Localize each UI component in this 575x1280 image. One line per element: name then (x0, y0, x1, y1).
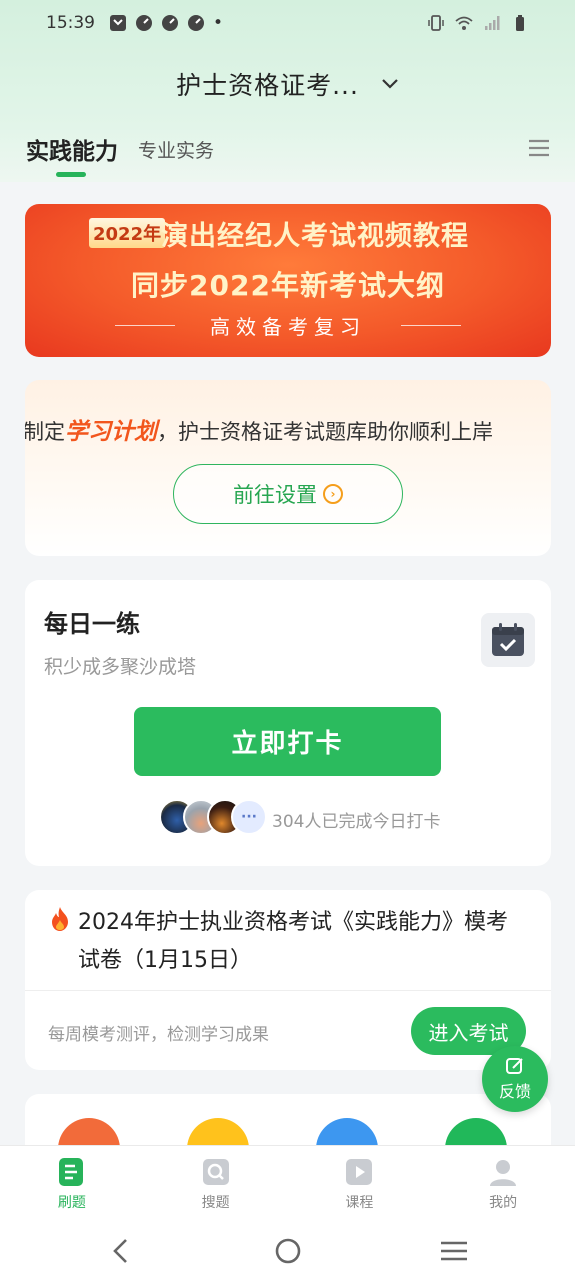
promo-banner[interactable]: 2022年 演出经纪人考试视频教程 同步2022年新考试大纲 高效备考复习 (25, 204, 551, 357)
nav-search-question[interactable]: 搜题 (144, 1146, 288, 1220)
signal-icon (485, 16, 500, 30)
status-time: 15:39 (46, 13, 95, 33)
more-participants-icon: ··· (231, 799, 267, 835)
study-plan-text: 制定学习计划，护士资格证考试题库助你顺利上岸 (25, 412, 493, 446)
page-title: 护士资格证考... (176, 71, 359, 100)
subject-selector[interactable]: 护士资格证考... (0, 60, 575, 108)
banner-divider (401, 325, 461, 326)
go-settings-label: 前往设置 (233, 483, 317, 507)
mock-exam-title: 2024年护士执业资格考试《实践能力》模考试卷（1月15日） (78, 910, 508, 973)
recent-apps-icon[interactable] (439, 1236, 469, 1266)
nav-label: 搜题 (201, 1195, 230, 1211)
nav-label: 刷题 (57, 1195, 86, 1211)
wifi-icon (455, 16, 473, 30)
edit-icon (506, 1058, 523, 1074)
tab-practice-ability[interactable]: 实践能力 (26, 132, 118, 166)
calendar-check-icon[interactable] (481, 613, 535, 667)
study-plan-card: 制定学习计划，护士资格证考试题库助你顺利上岸 前往设置 › (25, 380, 551, 556)
arrow-right-icon: › (323, 484, 343, 504)
nav-label: 课程 (345, 1195, 374, 1211)
banner-subheadline: 同步2022年新考试大纲 (131, 269, 445, 302)
divider (25, 990, 551, 991)
banner-year-badge: 2022年 (89, 218, 166, 248)
plan-text-highlight: 学习计划 (65, 419, 157, 445)
search-question-icon (202, 1159, 229, 1185)
daily-practice-card: 每日一练 积少成多聚沙成塔 立即打卡 ··· 304人已完成今日打卡 (25, 580, 551, 866)
back-icon[interactable] (106, 1236, 136, 1266)
nav-courses[interactable]: 课程 (288, 1146, 432, 1220)
vibrate-icon (428, 15, 444, 31)
banner-headline: 演出经纪人考试视频教程 (161, 221, 469, 252)
nav-profile[interactable]: 我的 (431, 1146, 575, 1220)
system-navigation (0, 1220, 575, 1280)
status-dot: • (213, 13, 224, 33)
notification-icon (162, 15, 178, 31)
fire-icon (52, 907, 68, 931)
plan-text-suffix: ，护士资格证考试题库助你顺利上岸 (157, 420, 493, 444)
checkin-button[interactable]: 立即打卡 (134, 707, 441, 776)
video-course-icon (346, 1159, 373, 1185)
battery-icon (516, 15, 524, 31)
home-icon[interactable] (273, 1236, 303, 1266)
practice-icon (58, 1158, 83, 1186)
tab-active-indicator (56, 172, 86, 177)
mock-exam-card[interactable]: 2024年护士执业资格考试《实践能力》模考试卷（1月15日） 每周模考测评，检测… (25, 890, 551, 1070)
plan-text-prefix: 制定 (25, 420, 65, 444)
bottom-navigation: 刷题 搜题 课程 我的 (0, 1145, 575, 1220)
tab-professional-practice[interactable]: 专业实务 (138, 136, 214, 163)
message-icon (110, 15, 126, 31)
go-settings-button[interactable]: 前往设置 › (173, 464, 403, 524)
notification-icon (136, 15, 152, 31)
nav-label: 我的 (489, 1195, 518, 1211)
banner-tagline: 高效备考复习 (210, 315, 366, 339)
profile-icon (490, 1160, 517, 1186)
menu-icon[interactable] (528, 138, 550, 158)
daily-title: 每日一练 (44, 610, 140, 638)
subject-tabs: 实践能力 专业实务 (0, 128, 575, 180)
feedback-button[interactable]: 反馈 (482, 1046, 548, 1112)
checkin-count: 304人已完成今日打卡 (272, 812, 441, 832)
mock-exam-subtitle: 每周模考测评，检测学习成果 (48, 1025, 269, 1045)
feedback-label: 反馈 (498, 1082, 531, 1101)
chevron-down-icon (382, 79, 398, 89)
status-bar: 15:39 • (0, 0, 575, 46)
notification-icon (188, 15, 204, 31)
nav-practice[interactable]: 刷题 (0, 1146, 144, 1220)
daily-subtitle: 积少成多聚沙成塔 (44, 656, 197, 678)
participant-avatars: ··· (159, 799, 269, 835)
